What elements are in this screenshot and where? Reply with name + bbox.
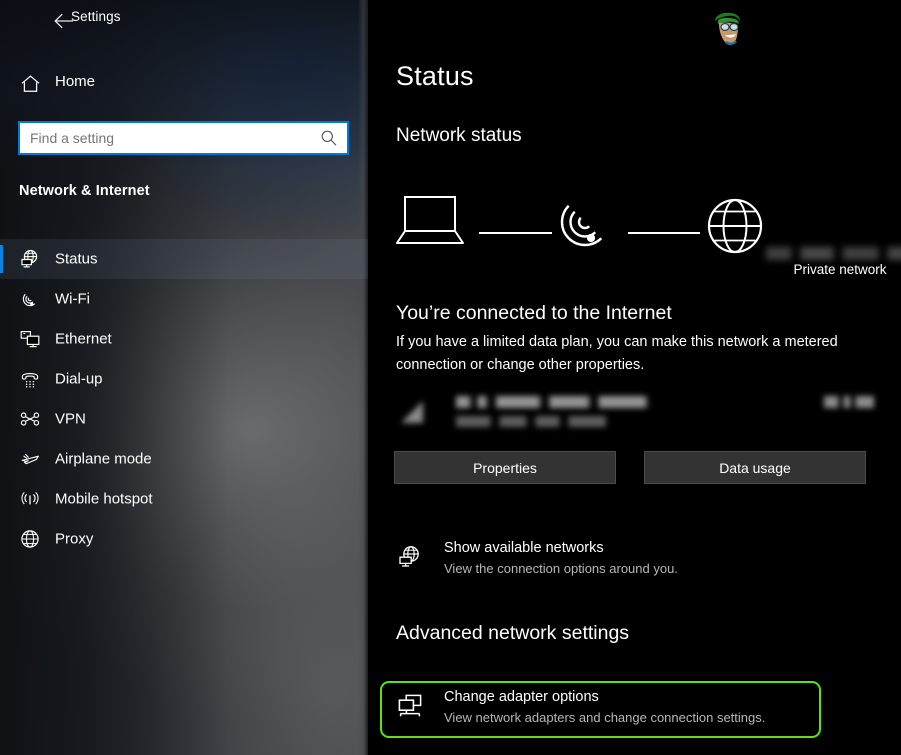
sidebar-item-dial-up[interactable]: Dial-up	[0, 359, 368, 399]
sidebar-item-wi-fi[interactable]: Wi-Fi	[0, 279, 368, 319]
settings-window: Settings Home Network & Internet	[0, 0, 901, 755]
adapter-options-icon	[396, 692, 424, 720]
home-icon	[18, 72, 42, 96]
link-subtitle: View network adapters and change connect…	[444, 710, 766, 725]
sidebar-nav: Status Wi-Fi Ethernet Dial-up VPN Airpla…	[0, 239, 368, 559]
vpn-icon	[18, 407, 42, 431]
globe-icon	[18, 527, 42, 551]
data-usage-summary	[396, 392, 876, 436]
change-adapter-options-link[interactable]: Change adapter options View network adap…	[396, 689, 816, 731]
network-status-icon	[396, 543, 424, 571]
usage-period-redacted	[456, 416, 606, 427]
usage-network-name-redacted	[456, 396, 661, 408]
advanced-settings-heading: Advanced network settings	[396, 622, 630, 644]
window-title: Settings	[71, 9, 121, 24]
connected-status-description: If you have a limited data plan, you can…	[396, 334, 838, 373]
airplane-icon	[18, 447, 42, 471]
sidebar-item-label: Airplane mode	[55, 450, 152, 468]
dial-up-phone-icon	[18, 367, 42, 391]
mobile-hotspot-icon	[18, 487, 42, 511]
network-name-redacted	[766, 247, 901, 260]
sidebar-item-label: Proxy	[55, 530, 94, 548]
laptop-icon	[396, 193, 466, 254]
sidebar-item-label: Wi-Fi	[55, 290, 90, 308]
sidebar-item-vpn[interactable]: VPN	[0, 399, 368, 439]
sidebar: Settings Home Network & Internet	[0, 0, 368, 755]
sidebar-item-airplane-mode[interactable]: Airplane mode	[0, 439, 368, 479]
sidebar-item-mobile-hotspot[interactable]: Mobile hotspot	[0, 479, 368, 519]
ethernet-icon	[18, 327, 42, 351]
network-status-icon	[18, 247, 42, 271]
sidebar-item-label: Status	[55, 250, 98, 268]
network-type-label: Private network	[793, 262, 887, 277]
selection-indicator	[0, 245, 3, 273]
link-subtitle: View the connection options around you.	[444, 561, 678, 576]
sidebar-section-header: Network & Internet	[19, 183, 150, 199]
search-box[interactable]	[18, 121, 349, 155]
search-input[interactable]	[30, 123, 315, 153]
wifi-icon	[18, 287, 42, 311]
sidebar-item-ethernet[interactable]: Ethernet	[0, 319, 368, 359]
sidebar-item-label: VPN	[55, 410, 86, 428]
diagram-connector-2	[628, 232, 700, 234]
usage-amount-redacted	[824, 396, 874, 408]
connected-status-title: You’re connected to the Internet	[396, 302, 672, 324]
sidebar-item-label: Mobile hotspot	[55, 490, 153, 508]
page-title: Status	[396, 61, 474, 91]
sidebar-item-home[interactable]: Home	[0, 66, 368, 102]
sidebar-item-label: Ethernet	[55, 330, 112, 348]
network-status-heading: Network status	[396, 125, 522, 146]
sidebar-item-status[interactable]: Status	[0, 239, 368, 279]
link-title: Show available networks	[444, 540, 604, 556]
main-content: Status Network status Private network Yo…	[368, 0, 901, 755]
data-usage-button[interactable]: Data usage	[644, 451, 866, 484]
title-bar: Settings	[0, 0, 368, 40]
wifi-icon	[554, 191, 616, 258]
sidebar-home-label: Home	[55, 73, 96, 90]
link-title: Change adapter options	[444, 689, 599, 705]
sidebar-item-label: Dial-up	[55, 370, 103, 388]
network-diagram	[396, 185, 763, 258]
cartoon-mascot-logo	[705, 4, 751, 50]
search-icon[interactable]	[320, 129, 338, 147]
show-available-networks-link[interactable]: Show available networks View the connect…	[396, 540, 856, 580]
properties-button[interactable]: Properties	[394, 451, 616, 484]
sidebar-item-proxy[interactable]: Proxy	[0, 519, 368, 559]
globe-icon	[706, 197, 764, 260]
diagram-connector-1	[479, 232, 552, 234]
wifi-signal-icon	[396, 396, 430, 430]
